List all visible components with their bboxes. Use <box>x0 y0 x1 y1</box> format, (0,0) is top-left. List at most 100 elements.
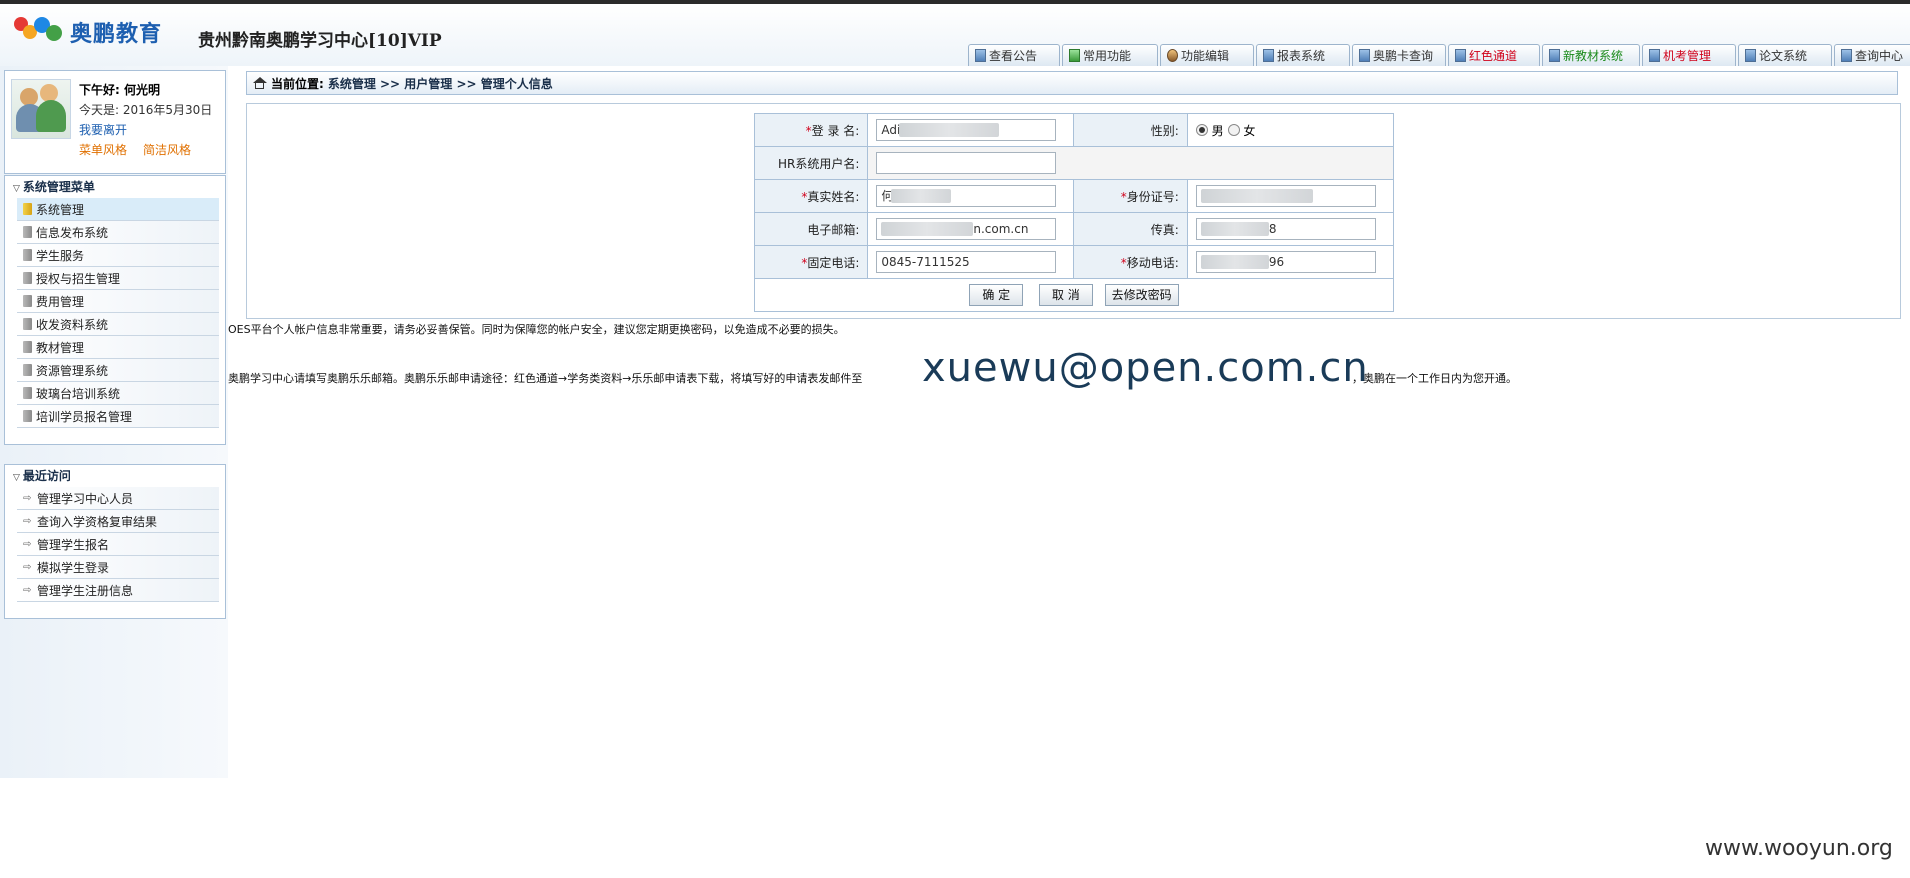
id-number-label: *身份证号: <box>1073 179 1188 213</box>
gender-male-label: 男 <box>1211 123 1224 138</box>
menu-item-label: 系统管理 <box>36 202 85 217</box>
menu-item-training[interactable]: 玻璃台培训系统 <box>17 382 219 405</box>
tab-label: 功能编辑 <box>1181 49 1230 63</box>
card-icon <box>1359 49 1370 62</box>
system-menu-header[interactable]: ▽ 系统管理菜单 <box>5 176 225 198</box>
hr-username-label: HR系统用户名: <box>753 146 869 180</box>
book-icon <box>23 410 32 422</box>
email-field[interactable]: n.com.cn <box>876 218 1057 240</box>
recent-item[interactable]: ⇨ 查询入学资格复审结果 <box>17 510 219 533</box>
change-password-button[interactable]: 去修改密码 <box>1104 284 1179 306</box>
gender-female-radio[interactable] <box>1227 123 1240 136</box>
form-buttons: 确 定 取 消 去修改密码 <box>754 278 1394 312</box>
recent-item[interactable]: ⇨ 管理学生注册信息 <box>17 579 219 602</box>
mobile-label: *移动电话: <box>1073 245 1188 279</box>
menu-item-label: 费用管理 <box>36 294 85 309</box>
user-edit-icon <box>1167 49 1178 62</box>
recent-item-label: 管理学生注册信息 <box>37 583 134 598</box>
exam-icon <box>1649 49 1660 62</box>
function-icon <box>1069 49 1080 62</box>
hr-username-field[interactable] <box>876 152 1057 174</box>
today-date: 今天是: 2016年5月30日 <box>79 103 213 117</box>
menu-footer <box>5 428 225 444</box>
menu-item-student-service[interactable]: 学生服务 <box>17 244 219 267</box>
id-number-field[interactable]: 1 <box>1195 185 1376 207</box>
breadcrumb: 当前位置: 系统管理 >> 用户管理 >> 管理个人信息 <box>246 71 1898 95</box>
phone-cell: 0845-7111525 <box>867 245 1075 279</box>
menu-item-label: 收发资料系统 <box>36 317 109 332</box>
mailbox-note-prefix: 奥鹏学习中心请填写奥鹏乐乐邮箱。奥鹏乐乐邮申请途径：红色通道→学务类资料→乐乐邮… <box>228 372 863 385</box>
book-icon <box>23 295 32 307</box>
menu-item-info-publish[interactable]: 信息发布系统 <box>17 221 219 244</box>
tab-label: 奥鹏卡查询 <box>1373 49 1434 63</box>
tab-exam-management[interactable]: 机考管理 <box>1642 44 1736 66</box>
tab-query-center[interactable]: 查询中心 <box>1834 44 1910 66</box>
tab-paper-system[interactable]: 论文系统 <box>1738 44 1832 66</box>
tab-function-edit[interactable]: 功能编辑 <box>1160 44 1254 66</box>
arrow-right-icon: ⇨ <box>23 561 32 573</box>
recent-item-label: 查询入学资格复审结果 <box>37 514 158 529</box>
tab-report[interactable]: 报表系统 <box>1256 44 1350 66</box>
breadcrumb-path: 系统管理 >> 用户管理 >> 管理个人信息 <box>327 76 553 91</box>
mailbox-email: xuewu@open.com.cn <box>922 345 1369 391</box>
phone-field[interactable]: 0845-7111525 <box>876 251 1057 273</box>
tab-label: 查看公告 <box>989 49 1038 63</box>
real-name-label: *真实姓名: <box>753 179 869 213</box>
menu-item-resources[interactable]: 资源管理系统 <box>17 359 219 382</box>
recent-item[interactable]: ⇨ 管理学习中心人员 <box>17 487 219 510</box>
recent-item[interactable]: ⇨ 模拟学生登录 <box>17 556 219 579</box>
book-icon <box>23 203 32 215</box>
query-icon <box>1841 49 1852 62</box>
tab-label: 机考管理 <box>1663 49 1712 63</box>
tab-new-textbook[interactable]: 新教材系统 <box>1542 44 1640 66</box>
menu-item-fees[interactable]: 费用管理 <box>17 290 219 313</box>
system-menu: ▽ 系统管理菜单 系统管理 信息发布系统 学生服务 授权与招生管理 费用管理 收发… <box>4 175 226 445</box>
book-icon <box>23 272 32 284</box>
menu-item-enrollment[interactable]: 授权与招生管理 <box>17 267 219 290</box>
mobile-cell: 96 <box>1186 245 1395 279</box>
menu-item-trainee-registration[interactable]: 培训学员报名管理 <box>17 405 219 428</box>
personal-info-form: *登 录 名: Adi 性别: 男 女 HR系统用户名: *真实姓名: 何 *身… <box>753 113 1395 312</box>
avatar <box>11 79 71 139</box>
tab-notice[interactable]: 查看公告 <box>968 44 1060 66</box>
fax-cell: 8 <box>1186 212 1395 246</box>
watermark: www.wooyun.org <box>1705 836 1893 861</box>
breadcrumb-label: 当前位置: <box>271 76 324 91</box>
recent-header[interactable]: ▽ 最近访问 <box>5 465 225 487</box>
menu-item-textbook[interactable]: 教材管理 <box>17 336 219 359</box>
menu-item-label: 学生服务 <box>36 248 85 263</box>
real-name-field[interactable]: 何 <box>876 185 1057 207</box>
tab-red-channel[interactable]: 红色通道 <box>1448 44 1540 66</box>
confirm-button[interactable]: 确 定 <box>969 284 1024 306</box>
menu-item-system-management[interactable]: 系统管理 <box>17 198 219 221</box>
mobile-field[interactable]: 96 <box>1195 251 1376 273</box>
recent-item-label: 管理学习中心人员 <box>37 491 134 506</box>
recent-item[interactable]: ⇨ 管理学生报名 <box>17 533 219 556</box>
login-name-cell: Adi <box>867 113 1075 147</box>
book-icon <box>23 364 32 376</box>
real-name-cell: 何 <box>867 179 1075 213</box>
report-icon <box>1263 49 1274 62</box>
greeting: 下午好: 何光明 <box>79 83 160 97</box>
arrow-right-icon: ⇨ <box>23 515 32 527</box>
menu-item-materials[interactable]: 收发资料系统 <box>17 313 219 336</box>
arrow-right-icon: ⇨ <box>23 538 32 550</box>
hr-username-cell <box>867 146 1394 180</box>
fax-field[interactable]: 8 <box>1195 218 1376 240</box>
logo-text: 奥鹏教育 <box>70 22 163 47</box>
tab-common-functions[interactable]: 常用功能 <box>1062 44 1158 66</box>
book-icon <box>23 341 32 353</box>
menu-style-link[interactable]: 菜单风格 <box>79 141 127 158</box>
tab-label: 红色通道 <box>1469 49 1518 63</box>
tab-card-query[interactable]: 奥鹏卡查询 <box>1352 44 1446 66</box>
simple-style-link[interactable]: 简洁风格 <box>143 141 191 158</box>
arrow-right-icon: ⇨ <box>23 584 32 596</box>
login-name-field[interactable]: Adi <box>876 119 1057 141</box>
leave-link[interactable]: 我要离开 <box>79 121 127 138</box>
id-number-cell: 1 <box>1186 179 1395 213</box>
email-label: 电子邮箱: <box>753 212 869 246</box>
cancel-button[interactable]: 取 消 <box>1038 284 1093 306</box>
gender-male-radio[interactable] <box>1195 123 1208 136</box>
menu-item-label: 资源管理系统 <box>36 363 109 378</box>
notice-icon <box>975 49 986 62</box>
